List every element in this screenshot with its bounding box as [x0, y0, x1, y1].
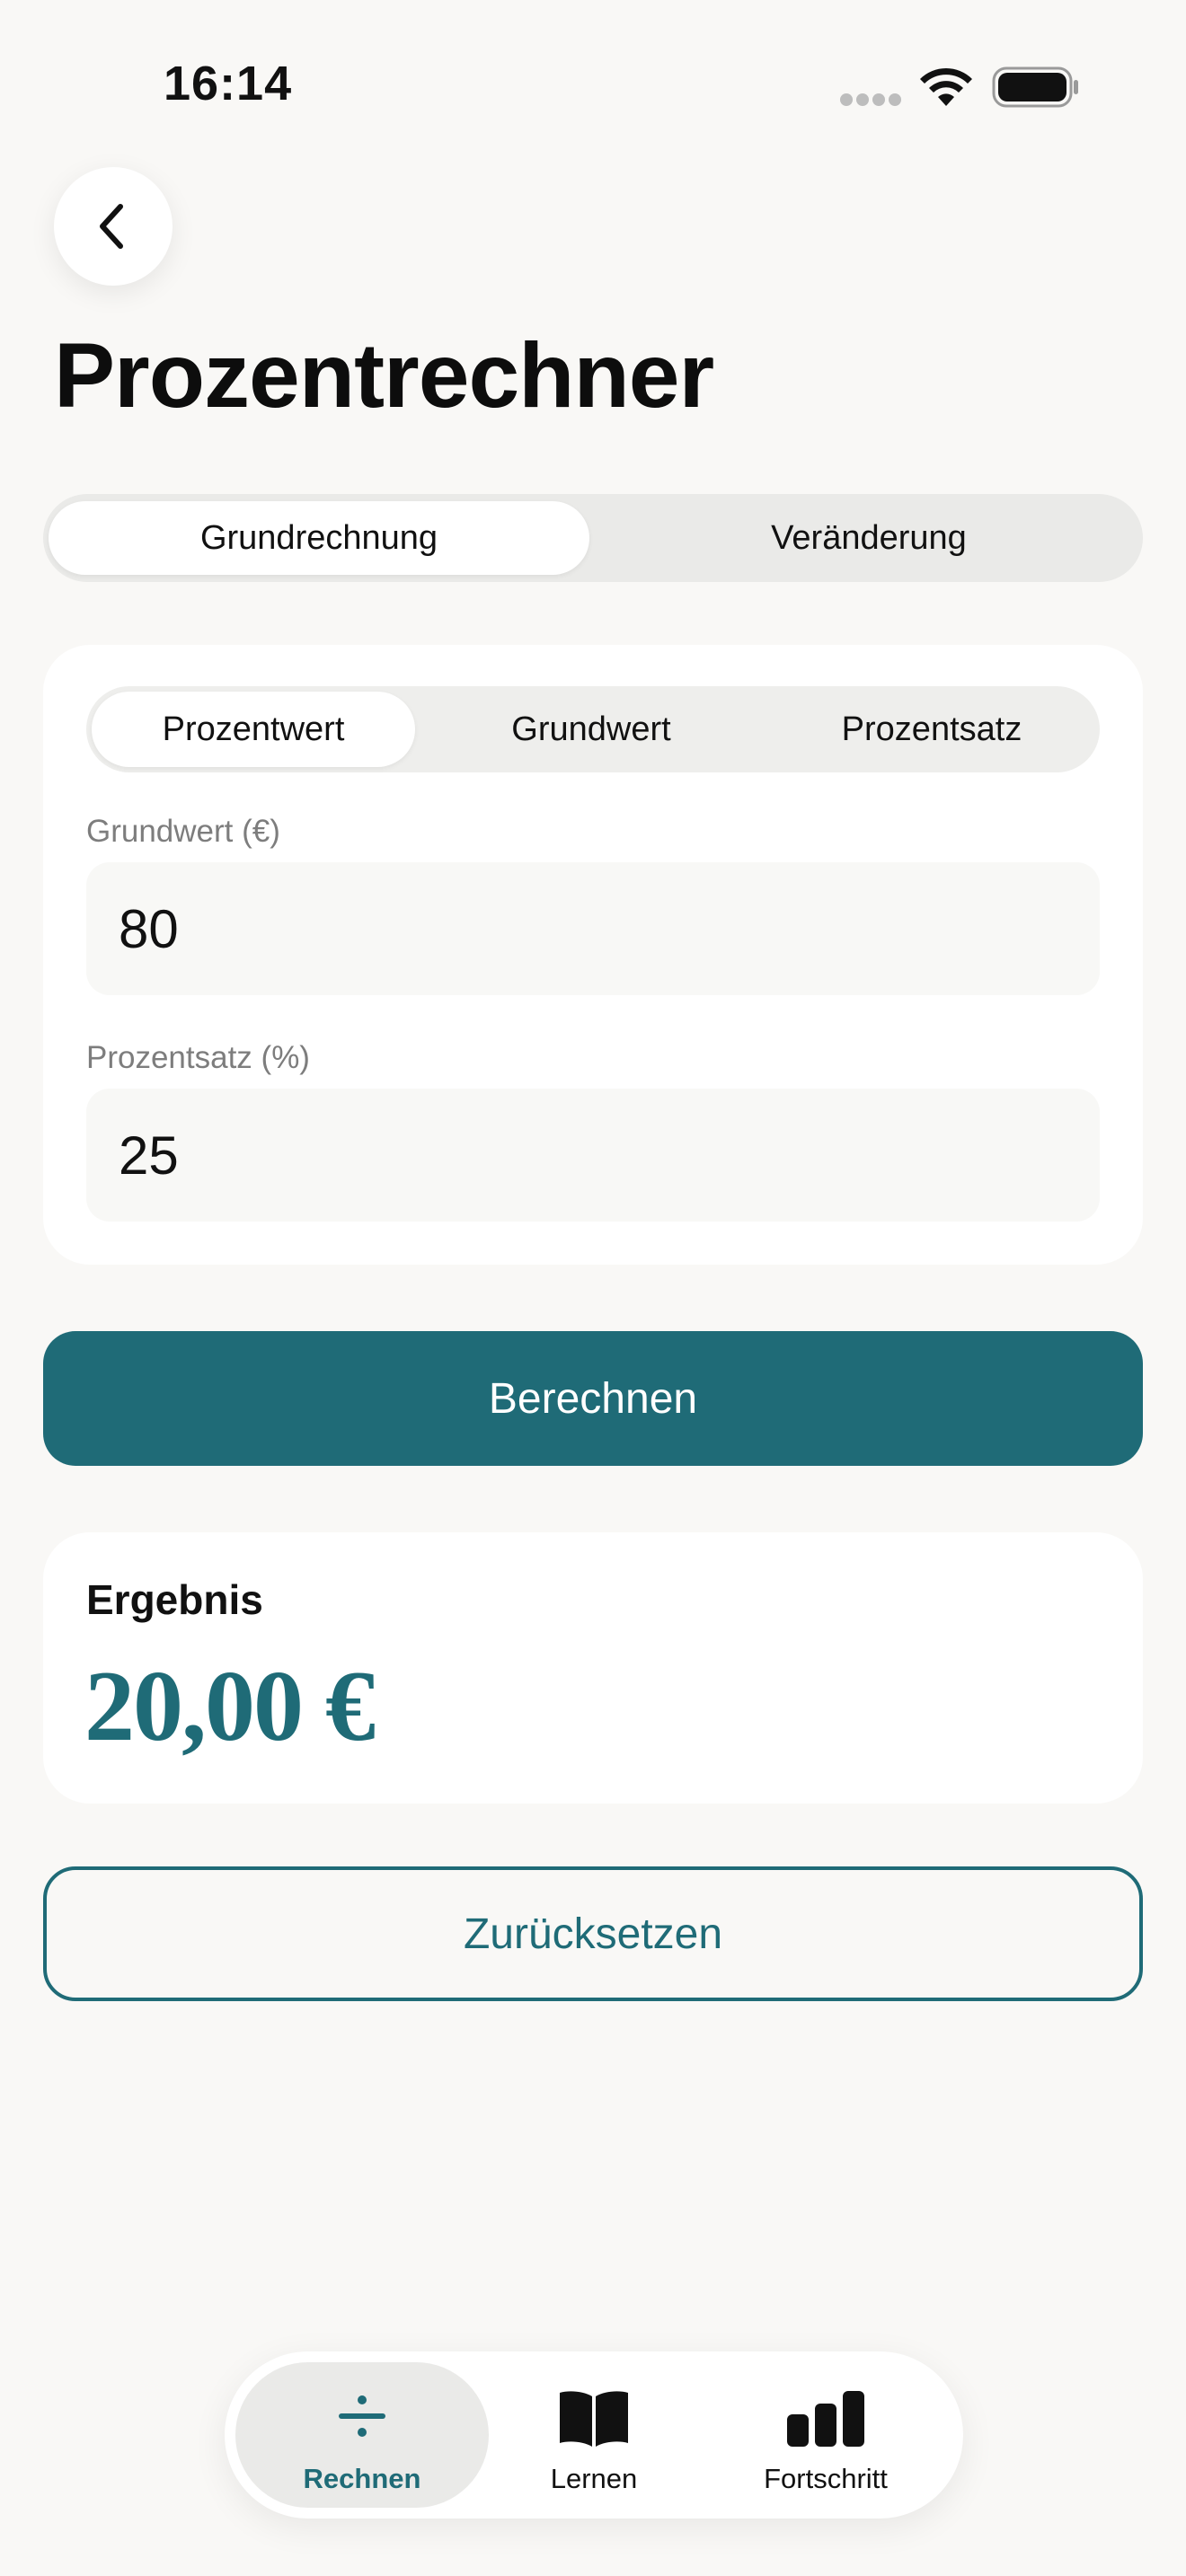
wifi-icon — [920, 67, 972, 106]
tab-fortschritt-label: Fortschritt — [764, 2463, 888, 2494]
cellular-signal-icon — [840, 93, 901, 106]
bottom-tab-bar: Rechnen Lernen Fortschritt — [225, 2351, 963, 2519]
tab-rechnen-label: Rechnen — [303, 2463, 421, 2494]
tab-grundrechnung[interactable]: Grundrechnung — [49, 501, 589, 575]
tab-lernen[interactable]: Lernen — [467, 2362, 721, 2508]
result-card: Ergebnis 20,00 € — [43, 1532, 1143, 1804]
tab-prozentwert[interactable]: Prozentwert — [92, 692, 415, 767]
tab-rechnen[interactable]: Rechnen — [235, 2362, 489, 2508]
base-value-input[interactable]: 80 — [86, 862, 1100, 995]
tab-lernen-label: Lernen — [550, 2463, 638, 2494]
tab-veraenderung[interactable]: Veränderung — [600, 501, 1137, 575]
back-button[interactable] — [54, 167, 173, 286]
percent-rate-label: Prozentsatz (%) — [86, 1040, 310, 1075]
tab-fortschritt[interactable]: Fortschritt — [699, 2362, 952, 2508]
status-bar: 16:14 — [0, 0, 1186, 162]
result-value: 20,00 € — [84, 1651, 376, 1762]
calculate-button[interactable]: Berechnen — [43, 1331, 1143, 1466]
chevron-left-icon — [100, 204, 123, 249]
tab-prozentsatz[interactable]: Prozentsatz — [769, 692, 1094, 767]
mode-segmented-control: Grundrechnung Veränderung — [43, 494, 1143, 582]
tab-grundwert[interactable]: Grundwert — [429, 692, 753, 767]
bar-chart-icon — [787, 2391, 864, 2447]
input-card: Prozentwert Grundwert Prozentsatz Grundw… — [43, 645, 1143, 1265]
status-time: 16:14 — [164, 57, 293, 110]
page-title: Prozentrechner — [54, 324, 714, 427]
percent-rate-input[interactable]: 25 — [86, 1089, 1100, 1222]
calc-type-segmented-control: Prozentwert Grundwert Prozentsatz — [86, 686, 1100, 772]
result-label: Ergebnis — [86, 1576, 263, 1623]
reset-button[interactable]: Zurücksetzen — [43, 1866, 1143, 2001]
battery-icon — [992, 66, 1078, 108]
base-value-label: Grundwert (€) — [86, 814, 280, 849]
book-icon — [560, 2391, 628, 2447]
divide-icon — [339, 2395, 385, 2437]
